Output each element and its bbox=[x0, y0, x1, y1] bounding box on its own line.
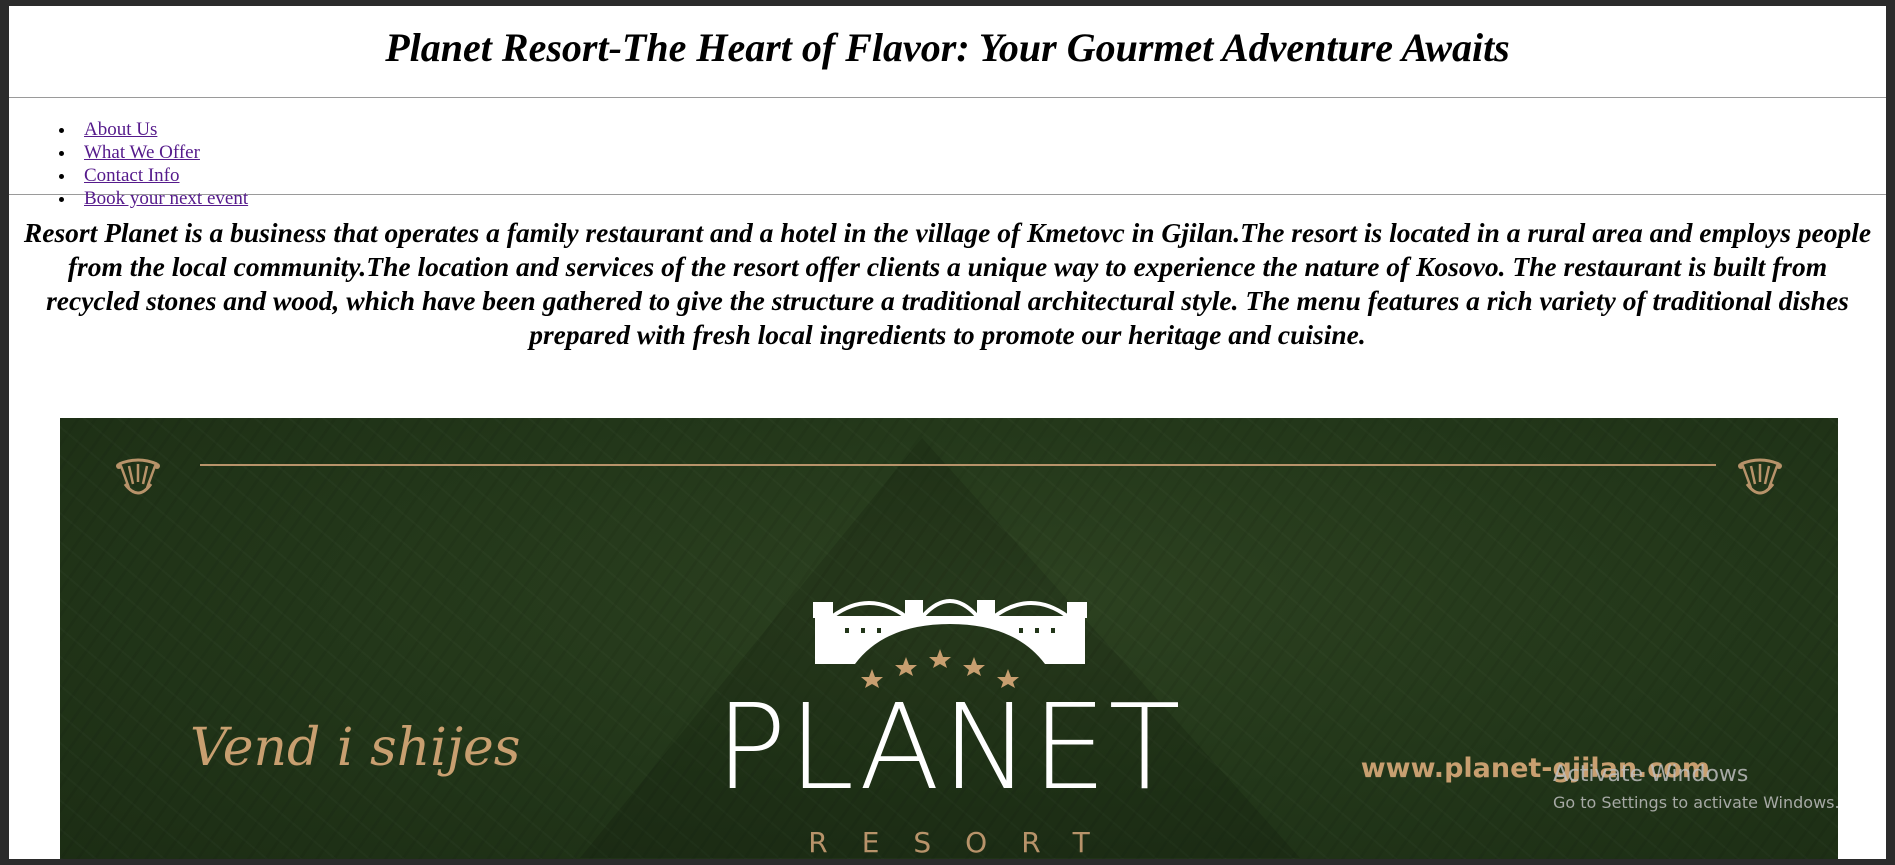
about-us-link[interactable]: About Us bbox=[84, 119, 157, 140]
watermark-subtitle: Go to Settings to activate Windows. bbox=[1553, 793, 1840, 812]
what-we-offer-link[interactable]: What We Offer bbox=[84, 142, 200, 163]
slogan: Vend i shijes bbox=[190, 718, 521, 778]
book-event-link[interactable]: Book your next event bbox=[84, 188, 248, 209]
ornament-icon bbox=[116, 458, 160, 495]
nav-item-contact: Contact Info bbox=[59, 164, 1886, 187]
page: Planet Resort-The Heart of Flavor: Your … bbox=[9, 6, 1886, 859]
brand-subtitle: RESORT bbox=[808, 826, 1124, 859]
banner-divider bbox=[200, 464, 1716, 466]
intro-paragraph: Resort Planet is a business that operate… bbox=[23, 217, 1872, 350]
windows-activation-watermark: Activate Windows Go to Settings to activ… bbox=[1553, 762, 1840, 812]
page-title: Planet Resort-The Heart of Flavor: Your … bbox=[385, 25, 1510, 70]
main-nav: About Us What We Offer Contact Info Book… bbox=[9, 98, 1886, 209]
watermark-title: Activate Windows bbox=[1553, 762, 1749, 787]
nav-item-offer: What We Offer bbox=[59, 141, 1886, 164]
contact-info-link[interactable]: Contact Info bbox=[84, 165, 180, 186]
ornament-icon bbox=[1738, 458, 1782, 495]
nav-item-about: About Us bbox=[59, 118, 1886, 141]
